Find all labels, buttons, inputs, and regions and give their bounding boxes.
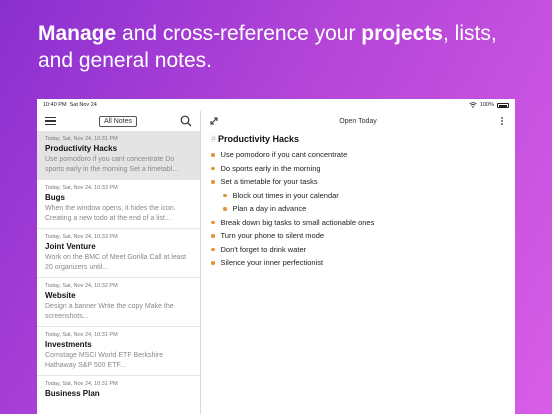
note-date: Today, Sat, Nov 24, 10:31 PM xyxy=(45,381,118,387)
notes-sidebar: All Notes Today, Sat, Nov 24, 10:31 PM P… xyxy=(37,111,201,414)
note-editor: Open Today # Productivity Hacks Use pomod… xyxy=(201,111,515,414)
bullet-item: Silence your inner perfectionist xyxy=(211,256,505,270)
note-date: Today, Sat, Nov 24, 10:31 PM xyxy=(45,332,118,338)
more-vertical-icon[interactable] xyxy=(497,116,507,126)
note-heading: # Productivity Hacks xyxy=(211,133,505,145)
headline-text-1: and cross-reference your xyxy=(116,22,362,45)
bullet-text: Block out times in your calendar xyxy=(232,190,339,200)
open-today-button[interactable]: Open Today xyxy=(339,118,377,125)
battery-icon xyxy=(497,102,509,108)
note-list-item[interactable]: Today, Sat, Nov 24, 10:33 PM Joint Ventu… xyxy=(37,229,200,278)
app-columns: All Notes Today, Sat, Nov 24, 10:31 PM P… xyxy=(37,111,515,414)
bullet-icon xyxy=(211,180,215,184)
note-list-item[interactable]: Today, Sat, Nov 24, 10:32 PM Website Des… xyxy=(37,278,200,327)
tablet-screen: 10:40 PM Sat Nov 24 100% All Notes Today… xyxy=(37,99,515,414)
bullet-text: Silence your inner perfectionist xyxy=(220,258,324,267)
bullet-text: Use pomodoro if you cant concentrate xyxy=(220,150,348,159)
note-preview: Design a banner Write the copy Make the … xyxy=(45,303,174,320)
note-list-item[interactable]: Today, Sat, Nov 24, 10:33 PM Bugs When t… xyxy=(37,180,200,229)
hamburger-icon[interactable] xyxy=(45,116,56,126)
bullet-icon xyxy=(223,193,227,197)
note-title: Productivity Hacks xyxy=(45,144,118,153)
bullet-item: Use pomodoro if you cant concentrate xyxy=(211,148,505,162)
bullet-item: Set a timetable for your tasks xyxy=(211,175,505,189)
marketing-headline: Manage and cross-reference your projects… xyxy=(38,20,518,74)
bullet-icon xyxy=(223,207,227,211)
note-title: Website xyxy=(45,291,76,300)
bullet-icon xyxy=(211,234,215,238)
note-list-item[interactable]: Today, Sat, Nov 24, 10:31 PM Productivit… xyxy=(37,131,200,180)
bullet-item: Do sports early in the morning xyxy=(211,162,505,176)
note-preview: Use pomodoro if you cant concentrate Do … xyxy=(45,156,179,173)
note-list-item[interactable]: Today, Sat, Nov 24, 10:31 PM Business Pl… xyxy=(37,376,200,414)
status-time: 10:40 PM xyxy=(43,102,67,108)
status-date: Sat Nov 24 xyxy=(69,102,97,108)
status-bar: 10:40 PM Sat Nov 24 100% xyxy=(37,99,515,111)
status-right: 100% xyxy=(469,102,509,108)
bullet-icon xyxy=(211,220,215,224)
bullet-item: Break down big tasks to small actionable… xyxy=(211,216,505,230)
bullet-text: Don't forget to drink water xyxy=(220,244,307,254)
bullet-text: Break down big tasks to small actionable… xyxy=(220,217,375,227)
bullet-text: Set a timetable for your tasks xyxy=(220,177,318,186)
note-title: Business Plan xyxy=(45,389,100,398)
note-preview xyxy=(45,400,192,414)
note-title: Joint Venture xyxy=(45,242,96,251)
note-preview: When the window opens, it hides the icon… xyxy=(45,205,176,222)
wifi-icon xyxy=(469,102,477,108)
bullet-icon xyxy=(211,247,215,251)
note-content[interactable]: # Productivity Hacks Use pomodoro if you … xyxy=(201,131,515,270)
note-date: Today, Sat, Nov 24, 10:33 PM xyxy=(45,234,118,240)
headline-emphasis-manage: Manage xyxy=(38,22,117,45)
bullet-icon xyxy=(211,261,215,265)
sidebar-toolbar: All Notes xyxy=(37,111,200,131)
bullet-icon xyxy=(211,153,215,157)
expand-icon[interactable] xyxy=(209,116,219,126)
note-list-item[interactable]: Today, Sat, Nov 24, 10:31 PM Investments… xyxy=(37,327,200,376)
note-date: Today, Sat, Nov 24, 10:33 PM xyxy=(45,185,118,191)
bullet-item-nested: Plan a day in advance xyxy=(211,202,505,216)
bullet-text: Do sports early in the morning xyxy=(220,163,321,173)
note-title: Bugs xyxy=(45,193,65,202)
note-title: Investments xyxy=(45,340,92,349)
note-date: Today, Sat, Nov 24, 10:31 PM xyxy=(45,136,118,142)
note-preview: Comstage MSCI World ETF Berkshire Hathaw… xyxy=(45,352,164,369)
editor-toolbar: Open Today xyxy=(201,111,515,131)
bullet-icon xyxy=(211,166,215,170)
heading-hash-mark: # xyxy=(211,134,217,144)
bullet-text: Plan a day in advance xyxy=(232,204,307,213)
bullet-item: Don't forget to drink water xyxy=(211,243,505,257)
battery-percent: 100% xyxy=(479,102,494,108)
all-notes-button[interactable]: All Notes xyxy=(98,115,137,127)
bullet-text: Turn your phone to silent mode xyxy=(220,231,325,240)
note-heading-text: Productivity Hacks xyxy=(218,134,300,144)
bullet-item-nested: Block out times in your calendar xyxy=(211,189,505,203)
note-date: Today, Sat, Nov 24, 10:32 PM xyxy=(45,283,118,289)
search-icon[interactable] xyxy=(180,115,192,127)
headline-emphasis-projects: projects xyxy=(361,22,443,45)
status-left: 10:40 PM Sat Nov 24 xyxy=(43,102,97,108)
note-preview: Work on the BMC of Meet Gorilla Call at … xyxy=(45,254,187,271)
bullet-item: Turn your phone to silent mode xyxy=(211,229,505,243)
